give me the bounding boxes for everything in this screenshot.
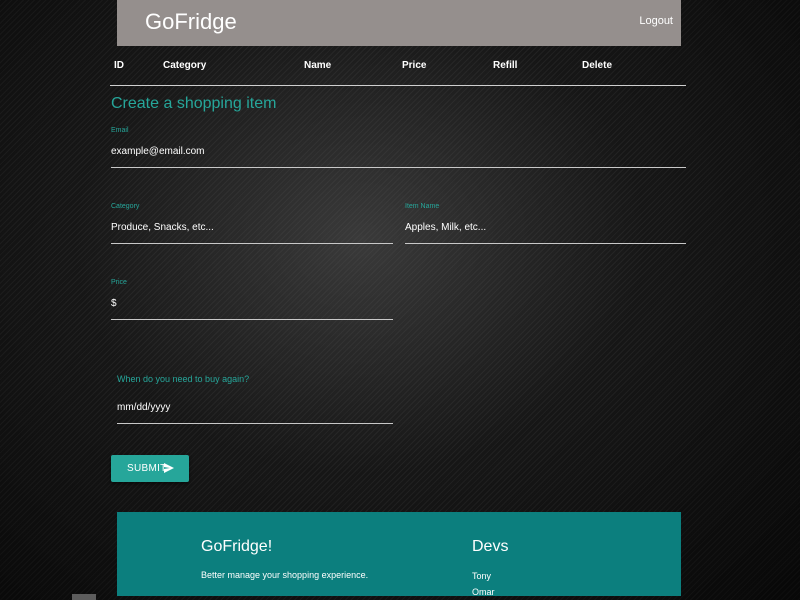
- logout-link[interactable]: Logout: [639, 15, 673, 27]
- email-field[interactable]: Email example@email.com: [111, 127, 686, 169]
- email-placeholder: example@email.com: [111, 146, 205, 157]
- category-field[interactable]: Category Produce, Snacks, etc...: [111, 203, 393, 245]
- price-placeholder: $: [111, 298, 117, 309]
- refill-date-field[interactable]: When do you need to buy again? mm/dd/yyy…: [117, 374, 393, 425]
- column-header-id: ID: [114, 60, 124, 71]
- footer: GoFridge! Better manage your shopping ex…: [117, 512, 681, 597]
- price-underline: [111, 319, 393, 320]
- footer-tagline: Better manage your shopping experience.: [201, 570, 369, 580]
- category-underline: [111, 243, 393, 244]
- column-header-category: Category: [163, 60, 207, 71]
- submit-button[interactable]: SUBMIT: [111, 455, 189, 482]
- navbar: GoFridge Logout: [117, 0, 681, 46]
- category-placeholder: Produce, Snacks, etc...: [111, 222, 214, 233]
- item-name-underline: [405, 243, 686, 244]
- item-name-placeholder: Apples, Milk, etc...: [405, 222, 487, 233]
- items-table-header: ID Category Name Price Refill Delete: [110, 55, 686, 86]
- refill-date-label: When do you need to buy again?: [117, 374, 250, 384]
- footer-devs-title: Devs: [472, 538, 509, 555]
- item-name-field[interactable]: Item Name Apples, Milk, etc...: [405, 203, 686, 245]
- send-icon: [164, 463, 174, 473]
- item-name-label: Item Name: [405, 203, 440, 210]
- submit-label: SUBMIT: [127, 463, 167, 474]
- footer-title: GoFridge!: [201, 538, 273, 555]
- column-header-delete: Delete: [582, 60, 613, 71]
- column-header-refill: Refill: [493, 60, 518, 71]
- brand-logo[interactable]: GoFridge: [145, 9, 237, 35]
- column-header-price: Price: [402, 60, 427, 71]
- dev-name: Tony: [472, 571, 492, 581]
- price-field[interactable]: Price $: [111, 279, 393, 321]
- refill-date-underline: [117, 423, 393, 424]
- price-label: Price: [111, 279, 127, 286]
- refill-date-placeholder: mm/dd/yyyy: [117, 402, 171, 413]
- dev-name: Omar: [472, 587, 495, 597]
- column-header-name: Name: [304, 60, 332, 71]
- email-underline: [111, 167, 686, 168]
- email-label: Email: [111, 127, 129, 134]
- category-label: Category: [111, 203, 140, 210]
- page-corner-element: [72, 594, 96, 600]
- form-title: Create a shopping item: [111, 95, 277, 112]
